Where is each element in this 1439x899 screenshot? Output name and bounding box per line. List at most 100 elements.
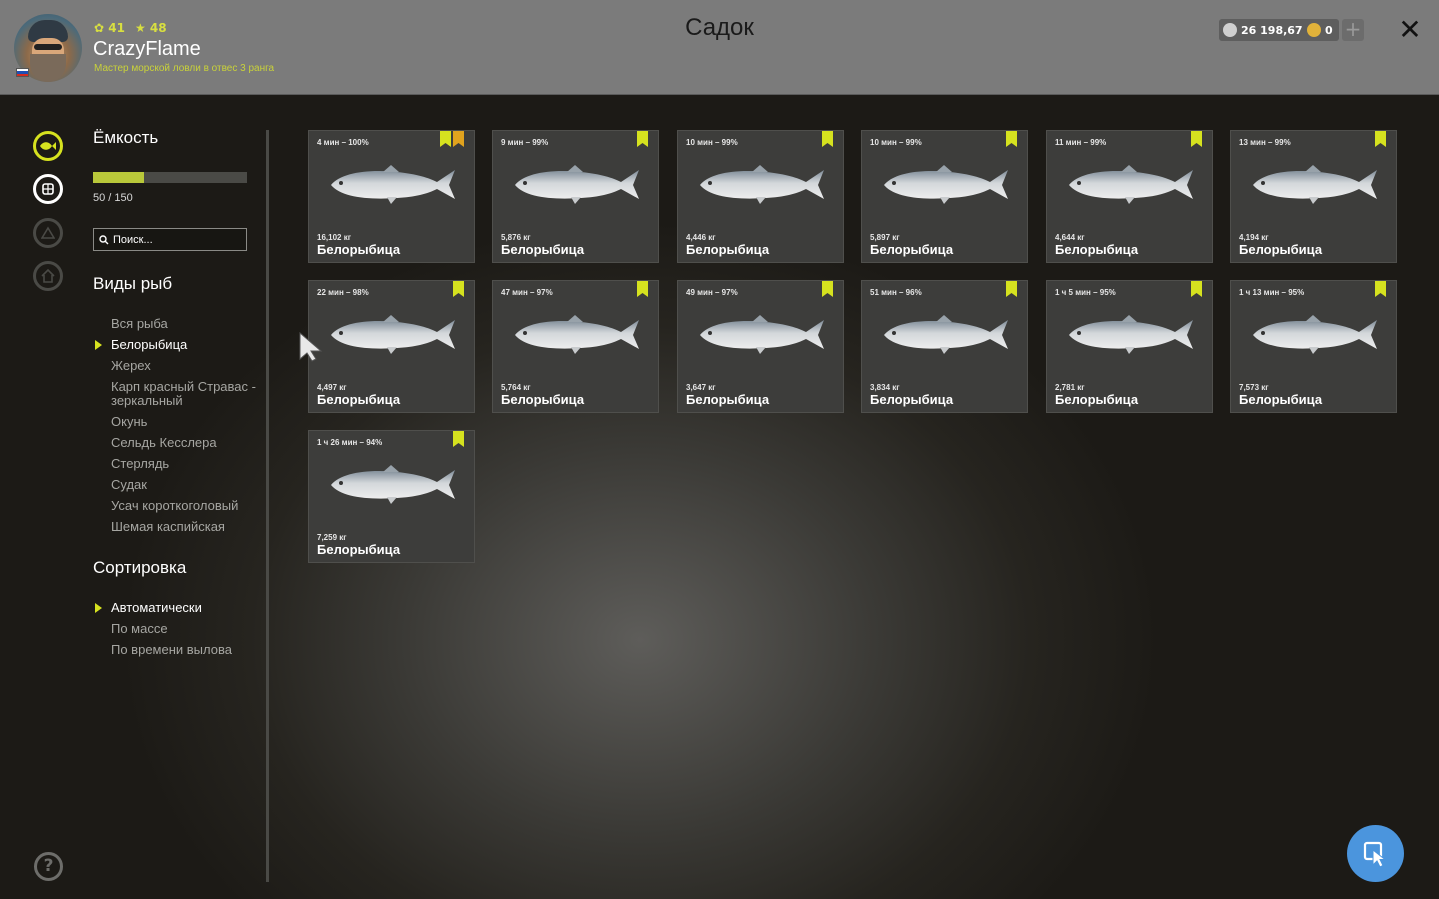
catch-time: 22 мин – 98% <box>317 288 369 297</box>
whitefish-image-icon <box>1069 165 1193 204</box>
catch-time: 9 мин – 99% <box>501 138 549 147</box>
bookmark-icon <box>637 131 648 147</box>
bookmark-icon <box>1191 281 1202 297</box>
fish-card[interactable]: 51 мин – 96% 3,834 кг Белорыбица <box>861 280 1028 413</box>
species-item[interactable]: Судак <box>111 478 261 492</box>
catch-time: 10 мин – 99% <box>870 138 922 147</box>
add-gold-button[interactable]: + <box>1342 19 1364 41</box>
whitefish-image-icon <box>515 165 639 204</box>
keepnet-net-icon[interactable] <box>33 174 63 204</box>
whitefish-image-icon <box>515 315 639 354</box>
camp-icon[interactable] <box>33 218 63 248</box>
pointer-mode-button[interactable] <box>1347 825 1404 882</box>
fish-weight: 3,834 кг <box>870 383 900 392</box>
search-placeholder: Поиск... <box>113 233 153 246</box>
card-badges <box>1006 281 1017 297</box>
catch-time: 10 мин – 99% <box>686 138 738 147</box>
fish-card[interactable]: 10 мин – 99% 4,446 кг Белорыбица <box>677 130 844 263</box>
capacity-count: 50 / 150 <box>93 192 133 204</box>
fish-card[interactable]: 4 мин – 100% 16,102 кг Белорыбица <box>308 130 475 263</box>
whitefish-image-icon <box>1253 165 1377 204</box>
fish-name: Белорыбица <box>1055 242 1139 257</box>
whitefish-image-icon <box>331 465 455 504</box>
fish-card[interactable]: 9 мин – 99% 5,876 кг Белорыбица <box>492 130 659 263</box>
capacity-fill <box>93 172 145 183</box>
catch-time: 4 мин – 100% <box>317 138 369 147</box>
fish-name: Белорыбица <box>686 392 770 407</box>
fish-card[interactable]: 22 мин – 98% 4,497 кг Белорыбица <box>308 280 475 413</box>
panel-divider <box>266 130 269 882</box>
close-button[interactable]: ✕ <box>1397 16 1423 44</box>
help-icon[interactable]: ? <box>34 852 63 881</box>
fish-card[interactable]: 1 ч 5 мин – 95% 2,781 кг Белорыбица <box>1046 280 1213 413</box>
avatar-glasses <box>34 44 62 50</box>
fish-card[interactable]: 1 ч 13 мин – 95% 7,573 кг Белорыбица <box>1230 280 1397 413</box>
species-item[interactable]: Сельдь Кесслера <box>111 436 261 450</box>
fish-name: Белорыбица <box>686 242 770 257</box>
whitefish-image-icon <box>700 165 824 204</box>
sort-list: Автоматически По массе По времени вылова <box>95 601 261 664</box>
card-badges <box>822 131 833 147</box>
silver-balance[interactable]: 26 198,67 <box>1219 19 1309 41</box>
species-item[interactable]: Усач короткоголовый <box>111 499 261 513</box>
russia-flag-icon <box>16 68 29 77</box>
card-badges <box>822 281 833 297</box>
catch-time: 47 мин – 97% <box>501 288 553 297</box>
fish-name: Белорыбица <box>317 392 401 407</box>
species-item[interactable]: Карп красный Стравас - зеркальный <box>111 380 261 408</box>
sort-title: Сортировка <box>93 558 187 577</box>
keepnet-fish-icon[interactable] <box>33 131 63 161</box>
fish-card[interactable]: 1 ч 26 мин – 94% 7,259 кг Белорыбица <box>308 430 475 563</box>
bookmark-icon <box>822 131 833 147</box>
silver-value: 26 198,67 <box>1241 23 1303 37</box>
home-icon[interactable] <box>33 261 63 291</box>
catch-time: 49 мин – 97% <box>686 288 738 297</box>
catch-time: 13 мин – 99% <box>1239 138 1291 147</box>
species-item[interactable]: Вся рыба <box>111 317 261 331</box>
fish-card[interactable]: 49 мин – 97% 3,647 кг Белорыбица <box>677 280 844 413</box>
avatar-beard <box>30 54 66 82</box>
search-input[interactable]: Поиск... <box>93 228 247 251</box>
fish-name: Белорыбица <box>1239 242 1323 257</box>
card-badges <box>453 431 464 447</box>
species-item[interactable]: Жерех <box>111 359 261 373</box>
bookmark-icon <box>453 281 464 297</box>
tent-glyph-icon <box>41 226 55 239</box>
fish-weight: 5,764 кг <box>501 383 531 392</box>
cursor-select-icon <box>1363 841 1386 868</box>
species-item[interactable]: Шемая каспийская <box>111 520 261 534</box>
capacity-bar <box>93 172 247 183</box>
bookmark-icon <box>637 281 648 297</box>
card-badges <box>637 281 648 297</box>
search-icon <box>99 234 109 244</box>
capacity-title: Ёмкость <box>93 128 159 147</box>
bookmark-icon <box>1006 281 1017 297</box>
fish-name: Белорыбица <box>501 392 585 407</box>
bookmark-icon <box>1006 131 1017 147</box>
species-item[interactable]: Белорыбица <box>95 338 261 352</box>
gold-value: 0 <box>1325 23 1333 37</box>
top-bar: ✿ 41 ★ 48 CrazyFlame Мастер морской ловл… <box>0 0 1439 95</box>
card-badges <box>1006 131 1017 147</box>
fish-name: Белорыбица <box>1239 392 1323 407</box>
species-title: Виды рыб <box>93 274 173 293</box>
gold-balance[interactable]: 0 <box>1303 19 1339 41</box>
catch-time: 1 ч 26 мин – 94% <box>317 438 383 447</box>
sort-option[interactable]: Автоматически <box>95 601 261 615</box>
species-item[interactable]: Окунь <box>111 415 261 429</box>
bookmark-icon <box>1191 131 1202 147</box>
fish-weight: 16,102 кг <box>317 233 352 242</box>
card-badges <box>1375 131 1386 147</box>
gold-coins-icon <box>1307 23 1321 37</box>
fish-weight: 4,194 кг <box>1239 233 1269 242</box>
bookmark-icon <box>822 281 833 297</box>
sort-option[interactable]: По времени вылова <box>111 643 261 657</box>
catch-time: 1 ч 5 мин – 95% <box>1055 288 1116 297</box>
species-item[interactable]: Стерлядь <box>111 457 261 471</box>
fish-card[interactable]: 13 мин – 99% 4,194 кг Белорыбица <box>1230 130 1397 263</box>
fish-card[interactable]: 10 мин – 99% 5,897 кг Белорыбица <box>861 130 1028 263</box>
fish-card[interactable]: 11 мин – 99% 4,644 кг Белорыбица <box>1046 130 1213 263</box>
sort-option[interactable]: По массе <box>111 622 261 636</box>
species-list: Вся рыба Белорыбица Жерех Карп красный Стра… <box>95 317 261 541</box>
fish-card[interactable]: 47 мин – 97% 5,764 кг Белорыбица <box>492 280 659 413</box>
